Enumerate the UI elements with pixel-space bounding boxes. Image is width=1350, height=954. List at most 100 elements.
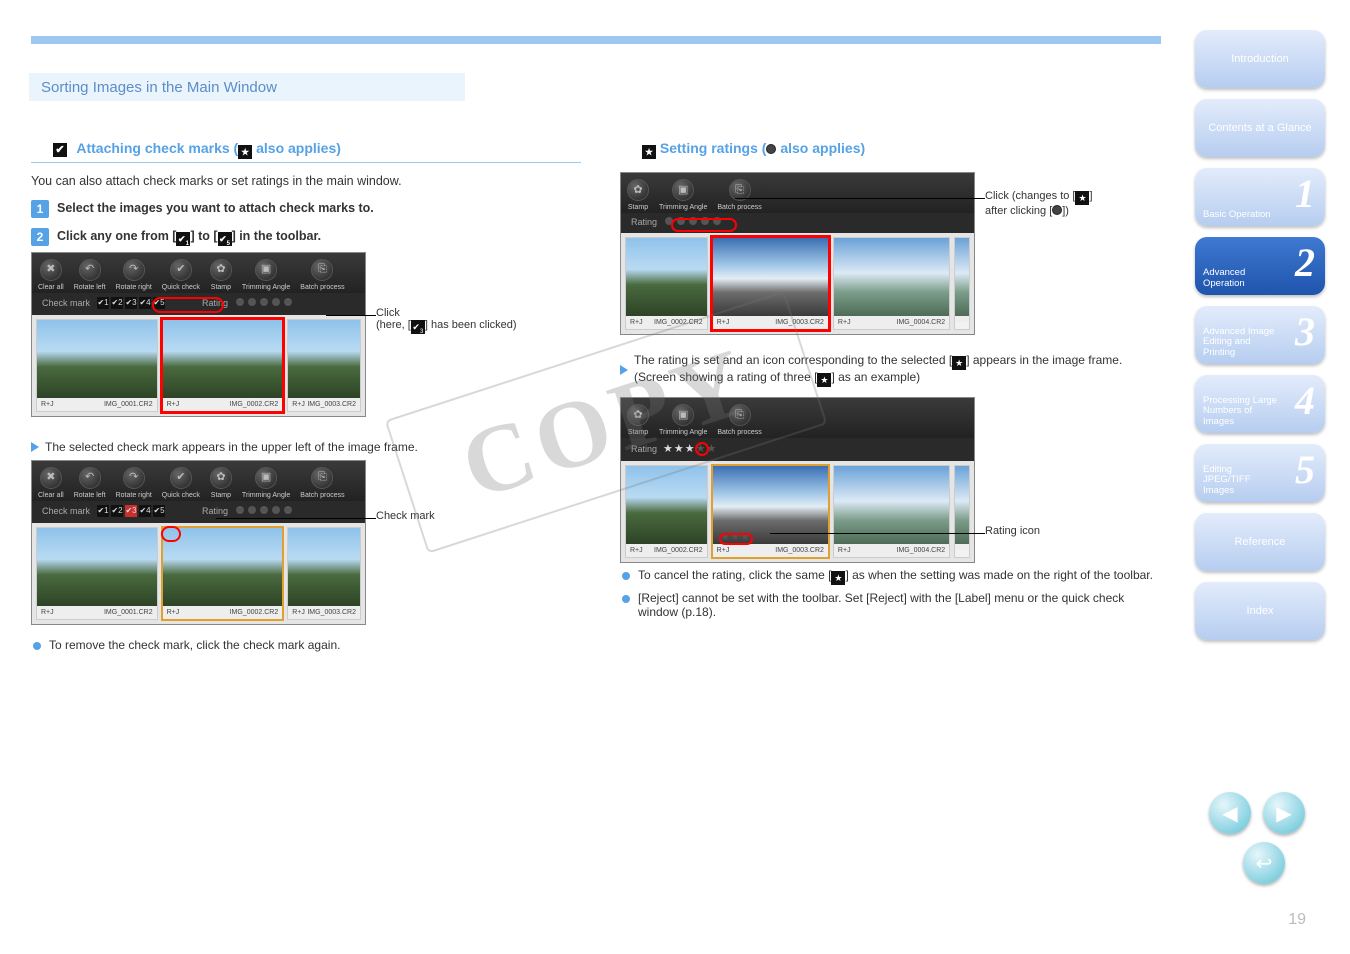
rotate-right-icon: ↷ — [123, 467, 145, 489]
check3-icon: ✔3 — [411, 320, 425, 334]
star-icon: ★ — [238, 145, 252, 159]
tbtn2-clear-all[interactable]: ✖Clear all — [38, 467, 64, 499]
tbtn-clear-all[interactable]: ✖Clear all — [38, 259, 64, 291]
r2tbtn-stamp[interactable]: ✿Stamp — [627, 404, 649, 436]
thumb-2-selected[interactable]: R+JIMG_0002.CR2 — [162, 319, 284, 412]
checkmark-label: Check mark — [42, 506, 90, 516]
tbtn-rotate-left[interactable]: ↶Rotate left — [74, 259, 106, 291]
right-subheading: ★ Setting ratings ( also applies) — [620, 140, 1165, 162]
batch-icon: ⎘ — [311, 259, 333, 281]
batch-icon: ⎘ — [729, 404, 751, 426]
highlight-rating-dots — [671, 218, 737, 232]
step-text-2: Click any one from [✔1] to [✔5] in the t… — [57, 228, 581, 246]
rotate-right-icon: ↷ — [123, 259, 145, 281]
tbtn2-batch[interactable]: ⎘Batch process — [300, 467, 344, 499]
thumb2-2[interactable]: ✔3 R+JIMG_0002.CR2 — [162, 527, 284, 620]
tab-1-basic[interactable]: 1Basic Operation — [1195, 168, 1325, 226]
tbtn2-rotate-right[interactable]: ↷Rotate right — [116, 467, 152, 499]
rating-dots-2[interactable] — [234, 506, 294, 516]
rtbtn-trim[interactable]: ▣Trimming Angle — [659, 179, 707, 211]
tab-introduction[interactable]: Introduction — [1195, 30, 1325, 88]
callout-left-2: Check mark — [376, 510, 526, 522]
thumb2-3[interactable]: R+JIMG_0003.CR2 — [287, 527, 361, 620]
tbtn2-stamp[interactable]: ✿Stamp — [210, 467, 232, 499]
highlight-rating-badge — [719, 533, 753, 545]
rtbtn-stamp[interactable]: ✿Stamp — [627, 179, 649, 211]
thumb2-1[interactable]: R+JIMG_0001.CR2 — [36, 527, 158, 620]
checkmark-buttons-2[interactable]: ✔1✔2✔3✔4✔5 — [96, 505, 166, 517]
dot-icon — [766, 144, 776, 154]
step-number-2: 2 — [31, 228, 49, 246]
step-text-1: Select the images you want to attach che… — [57, 200, 581, 218]
tab-5-jpeg[interactable]: 5Editing JPEG/TIFF Images — [1195, 444, 1325, 502]
thumb-3[interactable]: R+JIMG_0003.CR2 — [287, 319, 361, 412]
tab-index[interactable]: Index — [1195, 582, 1325, 640]
section-title-text: Sorting Images in the Main Window — [41, 79, 277, 96]
tab-2-advanced[interactable]: 2Advanced Operation — [1195, 237, 1325, 295]
right-bullet-1: To cancel the rating, click the same [★]… — [620, 568, 1165, 585]
check5-icon: ✔5 — [218, 232, 232, 246]
quick-check-icon: ✔ — [170, 259, 192, 281]
tab-reference[interactable]: Reference — [1195, 513, 1325, 571]
rthumb1-2-selected[interactable]: R+JIMG_0003.CR2 — [712, 237, 829, 330]
tbtn2-rotate-left[interactable]: ↶Rotate left — [74, 467, 106, 499]
r2thumb-3[interactable]: R+JIMG_0004.CR2 — [833, 465, 950, 558]
prev-page-button[interactable]: ◀ — [1209, 792, 1251, 834]
tbtn-quick-check[interactable]: ✔Quick check — [162, 259, 200, 291]
rating-dots[interactable] — [234, 298, 294, 308]
rating-stars-ritself[interactable]: ★★★★★ — [663, 442, 717, 455]
star-icon: ★ — [831, 571, 845, 585]
rthumb1-3[interactable]: R+JIMG_0004.CR2 — [833, 237, 950, 330]
rtbtn-batch[interactable]: ⎘Batch process — [717, 179, 761, 211]
rating-label-r1: Rating — [631, 217, 657, 227]
shot1-toolbar: ✖Clear all ↶Rotate left ↷Rotate right ✔Q… — [32, 253, 365, 293]
check1-icon: ✔1 — [176, 232, 190, 246]
highlight-checkmark-row — [152, 297, 224, 313]
right-bullet-2: [Reject] cannot be set with the toolbar.… — [620, 591, 1165, 619]
stamp-icon: ✿ — [627, 404, 649, 426]
return-button[interactable]: ↩ — [1243, 842, 1285, 884]
right-result: The rating is set and an icon correspond… — [620, 353, 1165, 387]
clear-icon: ✖ — [40, 259, 62, 281]
right-result-text: The rating is set and an icon correspond… — [634, 353, 1122, 387]
screenshot-right-2: ✿Stamp ▣Trimming Angle ⎘Batch process Ra… — [620, 397, 975, 563]
r2thumb-2[interactable]: R+JIMG_0003.CR2 ★★★ — [712, 465, 829, 558]
tbtn-rotate-right[interactable]: ↷Rotate right — [116, 259, 152, 291]
screenshot-left-2: ✖Clear all ↶Rotate left ↷Rotate right ✔Q… — [31, 460, 366, 625]
trim-icon: ▣ — [672, 404, 694, 426]
shot1-thumbs: R+JIMG_0001.CR2 R+JIMG_0002.CR2 R+JIMG_0… — [32, 315, 365, 416]
rotate-left-icon: ↶ — [79, 259, 101, 281]
sidebar-nav: Introduction Contents at a Glance 1Basic… — [1195, 30, 1325, 640]
highlight-star-3 — [695, 442, 709, 456]
rthumb1-1[interactable]: R+JIMG_0002.CR2 — [625, 237, 708, 330]
quick-check-icon: ✔ — [170, 467, 192, 489]
left-result: The selected check mark appears in the u… — [31, 440, 581, 454]
right-column: ★ Setting ratings ( also applies) ✿Stamp… — [620, 140, 1165, 625]
r2thumb-4[interactable] — [954, 465, 970, 558]
tab-3-editing[interactable]: 3Advanced Image Editing and Printing — [1195, 306, 1325, 364]
star-icon: ★ — [642, 145, 656, 159]
left-intro: You can also attach check marks or set r… — [31, 173, 581, 190]
tbtn-batch[interactable]: ⎘Batch process — [300, 259, 344, 291]
screenshot-right-1: ✿Stamp ▣Trimming Angle ⎘Batch process Ra… — [620, 172, 975, 335]
tab-4-processing[interactable]: 4Processing Large Numbers of Images — [1195, 375, 1325, 433]
tbtn-trimming[interactable]: ▣Trimming Angle — [242, 259, 290, 291]
callout-left-1: Click(here, [✔3] has been clicked) — [376, 307, 586, 334]
tbtn2-trimming[interactable]: ▣Trimming Angle — [242, 467, 290, 499]
thumb-1[interactable]: R+JIMG_0001.CR2 — [36, 319, 158, 412]
stamp-icon: ✿ — [210, 259, 232, 281]
star-icon: ★ — [1075, 191, 1089, 205]
clear-icon: ✖ — [40, 467, 62, 489]
r2tbtn-trim[interactable]: ▣Trimming Angle — [659, 404, 707, 436]
r2tbtn-batch[interactable]: ⎘Batch process — [717, 404, 761, 436]
next-page-button[interactable]: ▶ — [1263, 792, 1305, 834]
rating-label: Rating — [202, 506, 228, 516]
tbtn-stamp[interactable]: ✿Stamp — [210, 259, 232, 291]
star-icon: ★ — [817, 373, 831, 387]
rthumb1-4[interactable] — [954, 237, 970, 330]
left-column: ✔ Attaching check marks (★ also applies)… — [31, 140, 581, 658]
tbtn2-quick-check[interactable]: ✔Quick check — [162, 467, 200, 499]
r2thumb-1[interactable]: R+JIMG_0002.CR2 — [625, 465, 708, 558]
tab-contents[interactable]: Contents at a Glance — [1195, 99, 1325, 157]
right-subheading-text: Setting ratings ( also applies) — [660, 140, 865, 156]
